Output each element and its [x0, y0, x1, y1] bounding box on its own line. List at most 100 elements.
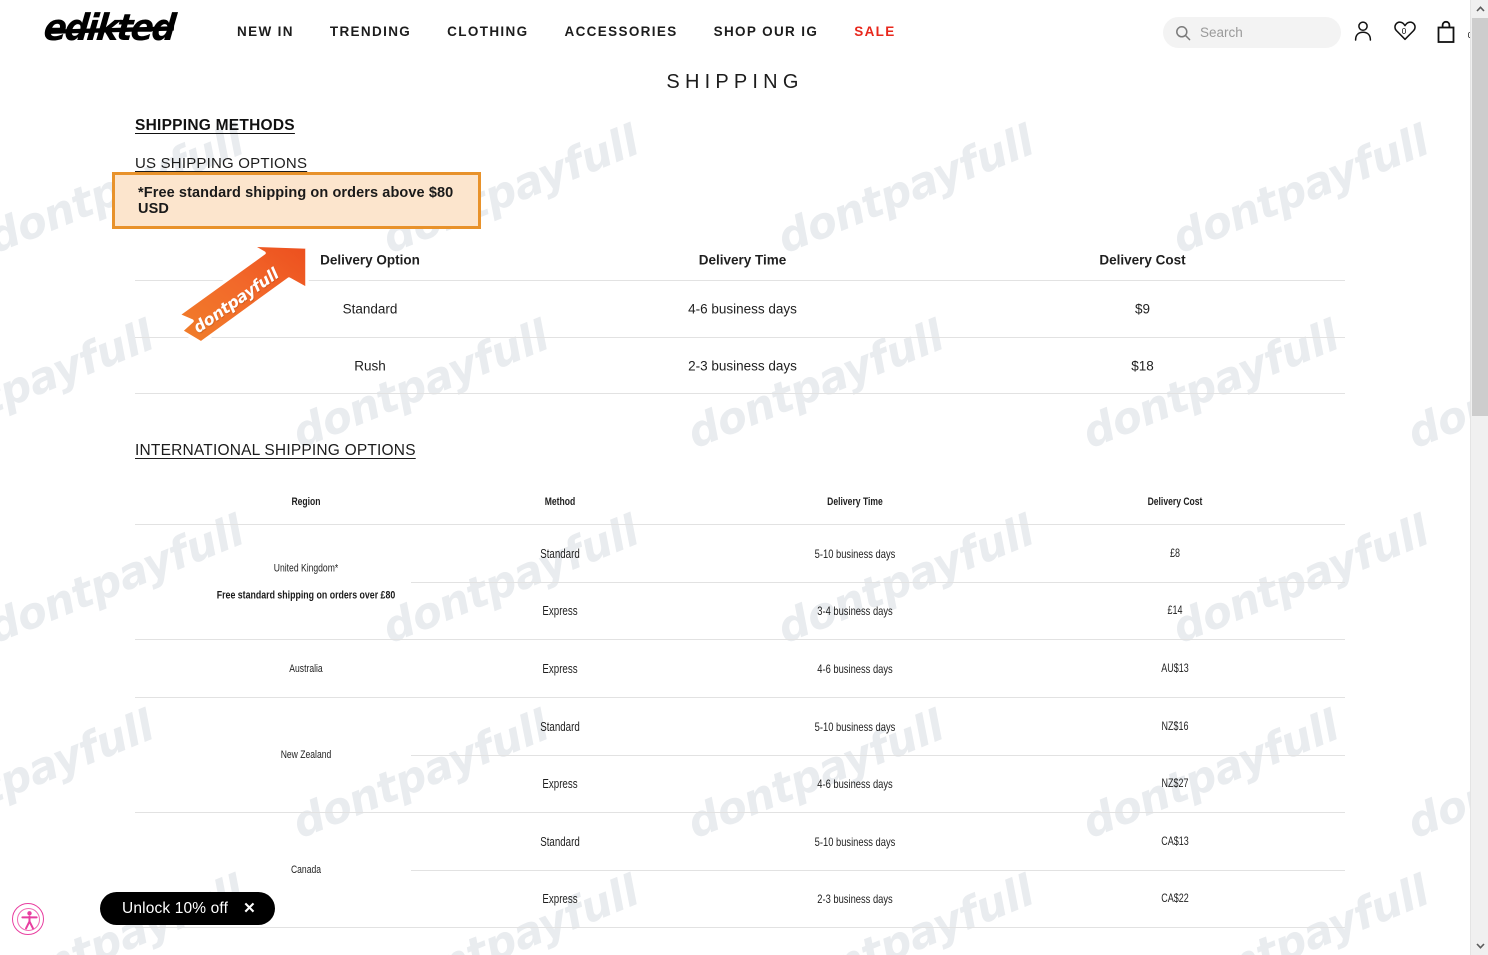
intl-region-note: Free standard shipping on orders over £8… [216, 589, 396, 602]
intl-region-name: New Zealand [280, 749, 332, 761]
search-box[interactable] [1163, 17, 1341, 48]
accessibility-widget-button[interactable] [12, 903, 44, 935]
intl-subrow-divider [411, 755, 1345, 756]
search-icon [1176, 25, 1191, 40]
vertical-scrollbar[interactable] [1470, 0, 1488, 955]
account-button[interactable] [1352, 19, 1374, 45]
wishlist-button[interactable]: 0 [1393, 19, 1416, 45]
page-title: SHIPPING [666, 71, 804, 93]
us-table-row: Rush 2-3 business days $18 [135, 337, 1345, 394]
us-table-header-row: Delivery Option Delivery Time Delivery C… [135, 240, 1345, 280]
intl-cell-cost: NZ$27 [1161, 777, 1189, 790]
intl-cell-cost: CA$22 [1161, 892, 1189, 905]
intl-cell-time: 5-10 business days [814, 834, 896, 849]
unlock-discount-button[interactable]: Unlock 10% off ✕ [100, 892, 275, 925]
international-shipping-table: Region Method Delivery Time Delivery Cos… [135, 488, 1345, 928]
intl-cell-method: Express [542, 661, 578, 676]
us-table-row: Standard 4-6 business days $9 [135, 280, 1345, 337]
intl-cell-method: Express [542, 776, 578, 791]
intl-cell-time: 4-6 business days [817, 661, 893, 676]
wishlist-count: 0 [1401, 27, 1407, 36]
scroll-up-button[interactable] [1471, 0, 1488, 18]
intl-cell-method: Standard [540, 546, 580, 561]
accessibility-person-icon [20, 911, 38, 930]
intl-cell-method: Express [542, 891, 578, 906]
search-input[interactable] [1200, 25, 1330, 40]
intl-cell-cost: £14 [1167, 604, 1183, 617]
main-navigation: NEW IN TRENDING CLOTHING ACCESSORIES SHOP OU… [237, 24, 932, 39]
shopping-bag-icon [1437, 20, 1455, 43]
intl-cell-region: New Zealand [181, 749, 431, 761]
intl-table-header-row: Region Method Delivery Time Delivery Cos… [135, 488, 1345, 524]
nav-item-clothing[interactable]: CLOTHING [447, 24, 528, 39]
intl-cell-method: Express [542, 603, 578, 618]
nav-item-shop-our-ig[interactable]: SHOP OUR IG [714, 24, 819, 39]
intl-region-name: United Kingdom* [273, 562, 339, 575]
intl-cell-method: Standard [540, 834, 580, 849]
intl-region-group: Canada Standard 5-10 business days CA$13 Exp… [135, 812, 1345, 928]
intl-table-row: Standard 5-10 business days NZ$16 [135, 698, 1345, 755]
intl-region-group: New Zealand Standard 5-10 business days NZ$… [135, 697, 1345, 812]
intl-cell-region: United Kingdom* Free standard shipping on… [181, 563, 431, 602]
us-col-header-time: Delivery Time [698, 252, 787, 268]
us-cell-option: Rush [354, 358, 386, 373]
intl-cell-cost: CA$13 [1161, 835, 1189, 848]
site-logo[interactable]: edikted [42, 6, 176, 49]
intl-cell-cost: £8 [1170, 547, 1180, 560]
us-cell-time: 4-6 business days [688, 301, 797, 317]
intl-subrow-divider [411, 582, 1345, 583]
us-cell-cost: $9 [1134, 301, 1151, 317]
intl-cell-cost: AU$13 [1161, 662, 1189, 675]
intl-table-row: Express 2-3 business days CA$22 [135, 870, 1345, 927]
watermark-text: dontpayfull [1400, 701, 1470, 849]
us-shipping-options-heading: US SHIPPING OPTIONS [135, 155, 308, 172]
us-cell-time: 2-3 business days [688, 358, 797, 373]
intl-cell-region: Australia [181, 663, 431, 675]
intl-region-name: Canada [290, 864, 322, 876]
intl-region-group: Australia Express 4-6 business days AU$13 [135, 639, 1345, 697]
intl-cell-method: Standard [540, 719, 580, 734]
nav-item-trending[interactable]: TRENDING [330, 24, 411, 39]
intl-col-header-region: Region [291, 496, 321, 508]
us-cell-cost: $18 [1131, 358, 1154, 373]
intl-table-row: Standard 5-10 business days CA$13 [135, 813, 1345, 870]
nav-item-accessories[interactable]: ACCESSORIES [564, 24, 677, 39]
shipping-methods-heading: SHIPPING METHODS [135, 117, 295, 134]
unlock-discount-label: Unlock 10% off [122, 899, 229, 917]
cart-count: 0 [1467, 30, 1470, 40]
user-icon [1354, 21, 1372, 41]
watermark-text: dontpayfull [1400, 311, 1470, 459]
page-canvas: dontpayfull dontpayfull dontpayfull dontpay… [0, 0, 1470, 955]
international-shipping-options-heading: INTERNATIONAL SHIPPING OPTIONS [135, 442, 416, 459]
us-cell-option: Standard [342, 301, 398, 317]
intl-cell-region: Canada [181, 864, 431, 876]
intl-cell-cost: NZ$16 [1161, 720, 1189, 733]
chevron-up-icon [1475, 6, 1485, 12]
nav-item-sale[interactable]: SALE [854, 24, 895, 39]
us-col-header-option: Delivery Option [320, 252, 420, 268]
us-table-body: Standard 4-6 business days $9 Rush 2-3 busin… [135, 280, 1345, 394]
intl-col-header-method: Method [544, 496, 576, 508]
intl-col-header-time: Delivery Time [827, 496, 883, 508]
intl-table-row: Express 4-6 business days NZ$27 [135, 755, 1345, 812]
free-shipping-highlight: *Free standard shipping on orders above … [112, 172, 481, 229]
intl-col-header-cost: Delivery Cost [1147, 496, 1203, 508]
chevron-down-icon [1475, 943, 1485, 949]
intl-region-group: United Kingdom* Free standard shipping on… [135, 524, 1345, 639]
intl-subrow-divider [411, 870, 1345, 871]
scrollbar-thumb[interactable] [1472, 18, 1488, 416]
close-icon[interactable]: ✕ [243, 901, 256, 916]
nav-item-new-in[interactable]: NEW IN [237, 24, 294, 39]
intl-region-name: Australia [289, 662, 323, 675]
free-shipping-text: *Free standard shipping on orders above … [138, 184, 454, 217]
header-icon-group: 0 0 [1352, 19, 1470, 45]
intl-cell-time: 4-6 business days [817, 776, 893, 791]
us-shipping-table: Delivery Option Delivery Time Delivery C… [135, 240, 1345, 394]
site-header: edikted NEW IN TRENDING CLOTHING ACCESSORIE… [0, 0, 1470, 64]
browser-viewport: dontpayfull dontpayfull dontpayfull dontpay… [0, 0, 1488, 955]
intl-cell-time: 5-10 business days [814, 546, 896, 561]
intl-table-body: United Kingdom* Free standard shipping on… [135, 524, 1345, 928]
cart-button[interactable]: 0 [1434, 19, 1470, 45]
intl-cell-time: 5-10 business days [814, 719, 896, 734]
scroll-down-button[interactable] [1471, 937, 1488, 955]
